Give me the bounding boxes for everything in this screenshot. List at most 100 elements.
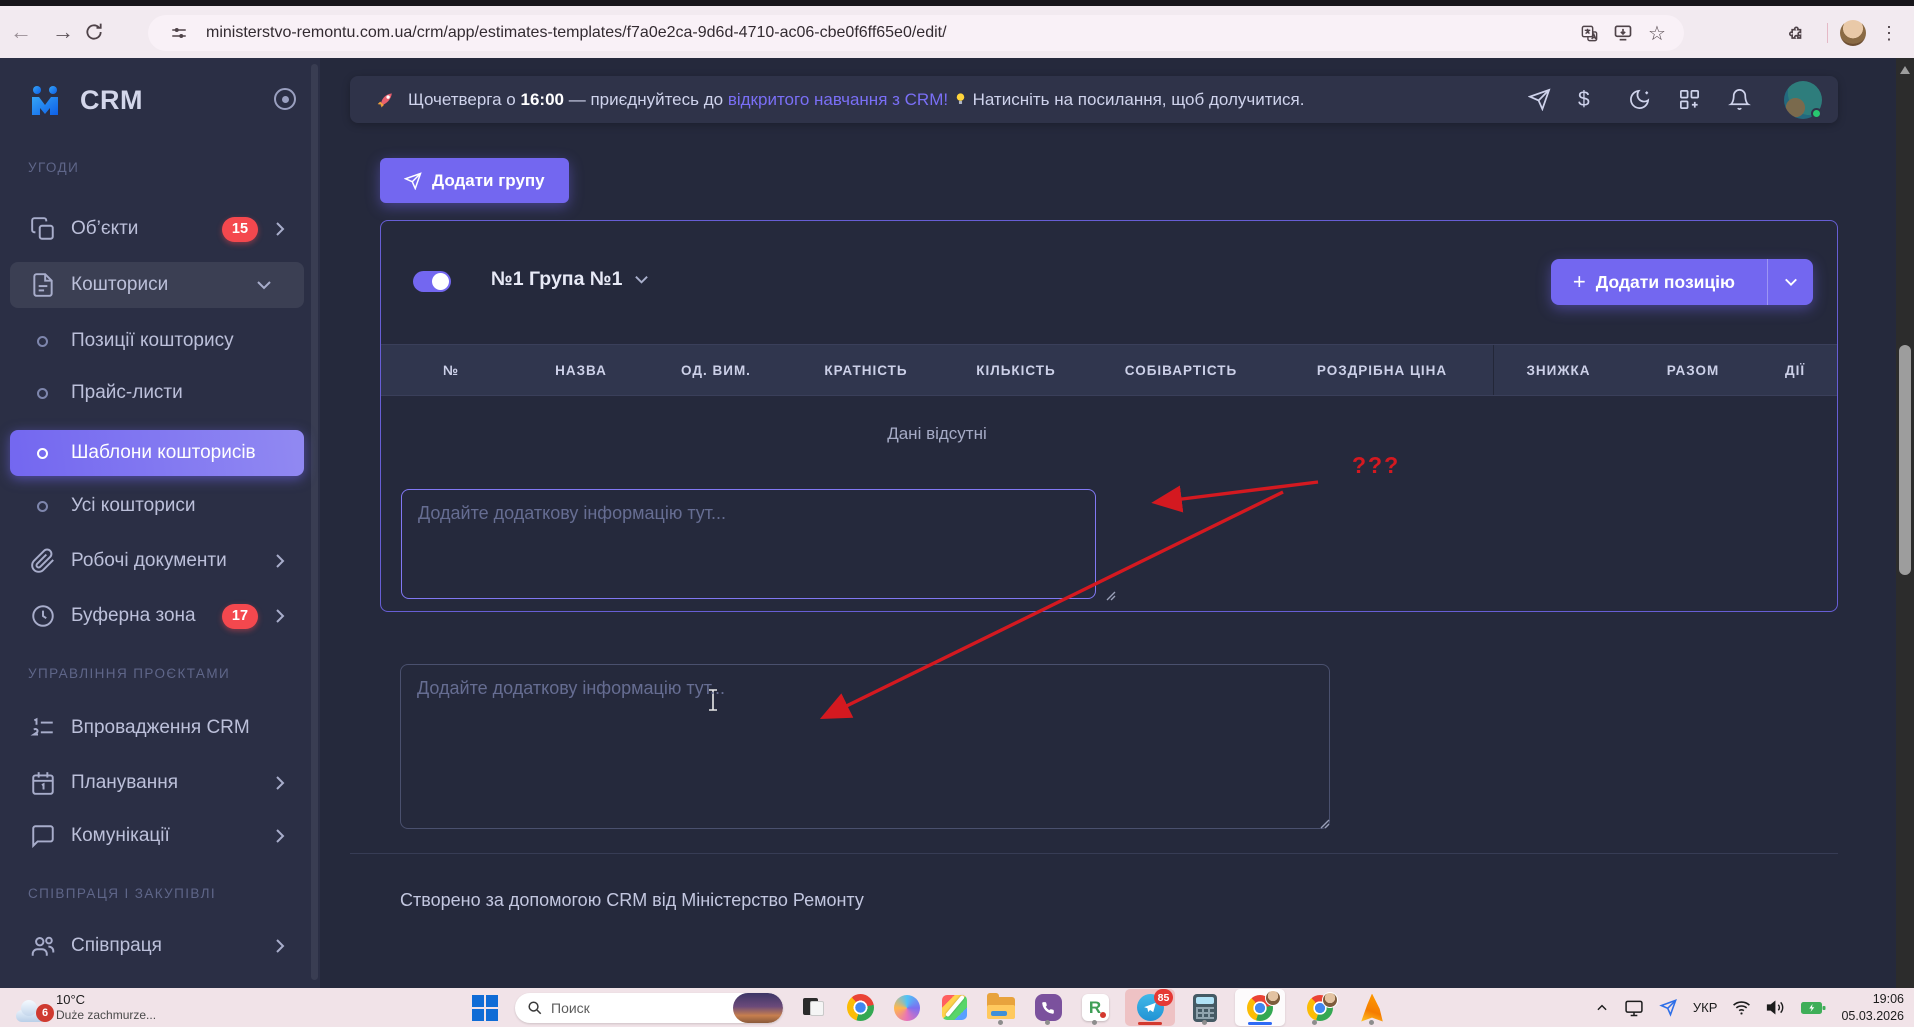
file-explorer-icon[interactable] bbox=[984, 991, 1018, 1025]
tray-cursor-icon[interactable] bbox=[1659, 998, 1678, 1017]
group-note-textarea[interactable] bbox=[401, 489, 1096, 599]
volume-icon[interactable] bbox=[1766, 998, 1785, 1017]
cloud-icon: 6 bbox=[14, 999, 54, 1022]
resize-grip-icon[interactable] bbox=[1104, 589, 1116, 601]
phone-icon bbox=[1042, 1001, 1054, 1014]
firebase-app-icon[interactable] bbox=[1355, 991, 1389, 1025]
col-number: № bbox=[442, 362, 460, 378]
site-settings-icon[interactable] bbox=[162, 16, 196, 50]
app-logo[interactable]: CRM bbox=[0, 76, 320, 124]
main-content: Щочетверга о 16:00 — приєднуйтесь до від… bbox=[320, 58, 1896, 988]
chrome-profile1-active[interactable] bbox=[1235, 989, 1285, 1026]
translate-icon[interactable] bbox=[1572, 16, 1606, 50]
users-icon bbox=[30, 933, 56, 959]
buffer-count-badge: 17 bbox=[222, 603, 258, 629]
task-view-button[interactable] bbox=[796, 991, 830, 1025]
calculator-icon[interactable] bbox=[1188, 991, 1222, 1025]
reload-icon[interactable] bbox=[84, 22, 126, 42]
sidebar-item-planning[interactable]: Планування bbox=[0, 760, 320, 806]
bullet-icon bbox=[37, 500, 48, 512]
estimate-group-card: №1 Група №1 + Додати позицію № НАЗВА ОД.… bbox=[380, 220, 1838, 711]
bell-icon[interactable] bbox=[1728, 88, 1751, 111]
banner-time: 16:00 bbox=[520, 89, 564, 109]
weather-temperature: 10°C bbox=[56, 991, 86, 1007]
send-icon bbox=[404, 171, 422, 190]
address-bar[interactable]: ministerstvo-remontu.com.ua/crm/app/esti… bbox=[148, 15, 1684, 51]
wifi-icon[interactable] bbox=[1732, 998, 1751, 1017]
add-position-caret[interactable] bbox=[1767, 259, 1813, 305]
page-scrollbar[interactable] bbox=[1896, 58, 1914, 988]
sidebar-item-label: Об’єкти bbox=[71, 218, 139, 239]
dollar-icon[interactable]: $ bbox=[1578, 88, 1601, 111]
back-icon[interactable]: ← bbox=[0, 19, 42, 45]
chrome-profile-avatar bbox=[1322, 991, 1338, 1008]
sidebar-item-estimate-positions[interactable]: Позиції кошторису bbox=[0, 318, 320, 364]
announcement-banner: Щочетверга о 16:00 — приєднуйтесь до від… bbox=[350, 76, 1838, 123]
table-empty-row: Дані відсутні bbox=[381, 396, 1493, 471]
sidebar-item-objects[interactable]: Об’єкти 15 bbox=[0, 206, 320, 252]
taskbar-search[interactable]: Поиск bbox=[515, 992, 783, 1023]
tray-clock[interactable]: 19:06 05.03.2026 bbox=[1841, 991, 1904, 1024]
user-avatar[interactable] bbox=[1784, 80, 1822, 119]
tray-chevron-up-icon[interactable] bbox=[1595, 1001, 1609, 1015]
cast-screen-icon[interactable] bbox=[1624, 998, 1644, 1018]
sidebar-item-communications[interactable]: Комунікації bbox=[0, 813, 320, 859]
chrome-profile2-icon[interactable] bbox=[1298, 991, 1342, 1025]
col-total: РАЗОМ bbox=[1666, 362, 1720, 378]
chevron-right-icon bbox=[272, 828, 288, 844]
sidebar-item-estimates[interactable]: Кошториси bbox=[10, 262, 304, 308]
browser-menu-icon[interactable]: ⋮ bbox=[1872, 23, 1906, 44]
template-note-textarea[interactable] bbox=[400, 664, 1330, 829]
viber-icon[interactable] bbox=[1031, 991, 1065, 1025]
banner-text-mid: — приєднуйтесь до bbox=[568, 89, 724, 109]
sidebar-item-label: Співпраця bbox=[71, 935, 162, 956]
logo-m-icon bbox=[32, 86, 58, 115]
banner-link[interactable]: відкритого навчання з CRM! bbox=[728, 90, 948, 109]
sidebar-item-label: Кошториси bbox=[71, 274, 169, 295]
search-highlight-image[interactable] bbox=[733, 992, 783, 1023]
banner-text-pre: Щочетверга о bbox=[408, 89, 516, 109]
send-icon[interactable] bbox=[1528, 88, 1551, 111]
group-title[interactable]: №1 Група №1 bbox=[491, 268, 649, 291]
url-text[interactable]: ministerstvo-remontu.com.ua/crm/app/esti… bbox=[206, 24, 1572, 42]
chrome-profile-avatar bbox=[1265, 990, 1281, 1006]
sidebar-item-work-documents[interactable]: Робочі документи bbox=[0, 538, 320, 584]
chevron-right-icon bbox=[272, 608, 288, 624]
paint-app-icon[interactable] bbox=[937, 991, 971, 1025]
sidebar-item-price-lists[interactable]: Прайс-листи bbox=[0, 370, 320, 416]
add-position-button[interactable]: + Додати позицію bbox=[1550, 259, 1813, 305]
scrollbar-up-arrow[interactable] bbox=[1900, 66, 1910, 74]
forward-icon[interactable]: → bbox=[42, 19, 84, 45]
extensions-icon[interactable] bbox=[1781, 16, 1815, 50]
weather-widget[interactable]: 6 10°C Duże zachmurze... bbox=[14, 988, 156, 1027]
moon-icon[interactable] bbox=[1628, 88, 1651, 111]
telegram-button-active[interactable]: 85 bbox=[1125, 989, 1175, 1026]
battery-icon[interactable] bbox=[1800, 1000, 1826, 1016]
rc-app-icon[interactable]: R bbox=[1078, 991, 1112, 1025]
start-button[interactable] bbox=[468, 991, 502, 1025]
scrollbar-thumb[interactable] bbox=[1899, 345, 1911, 575]
apps-grid-icon[interactable] bbox=[1678, 88, 1701, 111]
chrome-icon[interactable] bbox=[843, 991, 877, 1025]
sidebar-item-label: Робочі документи bbox=[71, 550, 227, 571]
sidebar-item-cooperation[interactable]: Співпраця bbox=[0, 923, 320, 969]
language-indicator[interactable]: УКР bbox=[1693, 1000, 1718, 1015]
clock-icon bbox=[30, 603, 56, 629]
col-retail-price: РОЗДРІБНА ЦІНА bbox=[1316, 362, 1448, 378]
bookmark-star-icon[interactable]: ☆ bbox=[1640, 16, 1674, 50]
sidebar-item-estimate-templates[interactable]: Шаблони кошторисів bbox=[10, 430, 304, 476]
add-group-label: Додати групу bbox=[432, 170, 545, 190]
install-app-icon[interactable] bbox=[1606, 16, 1640, 50]
message-icon bbox=[30, 823, 56, 849]
sidebar-pin-icon[interactable] bbox=[274, 88, 296, 110]
sidebar-item-label: Шаблони кошторисів bbox=[71, 442, 256, 463]
group-toggle[interactable] bbox=[413, 271, 451, 292]
add-group-button[interactable]: Додати групу bbox=[380, 158, 569, 203]
browser-profile-avatar[interactable] bbox=[1840, 20, 1866, 46]
sidebar-item-all-estimates[interactable]: Усі кошториси bbox=[0, 483, 320, 529]
sidebar-item-crm-implementation[interactable]: Впровадження CRM bbox=[0, 705, 320, 751]
chevron-right-icon bbox=[272, 553, 288, 569]
sidebar-item-buffer-zone[interactable]: Буферна зона 17 bbox=[0, 593, 320, 639]
banner-text-post: Натисніть на посилання, щоб долучитися. bbox=[972, 89, 1305, 109]
copilot-icon[interactable] bbox=[890, 991, 924, 1025]
